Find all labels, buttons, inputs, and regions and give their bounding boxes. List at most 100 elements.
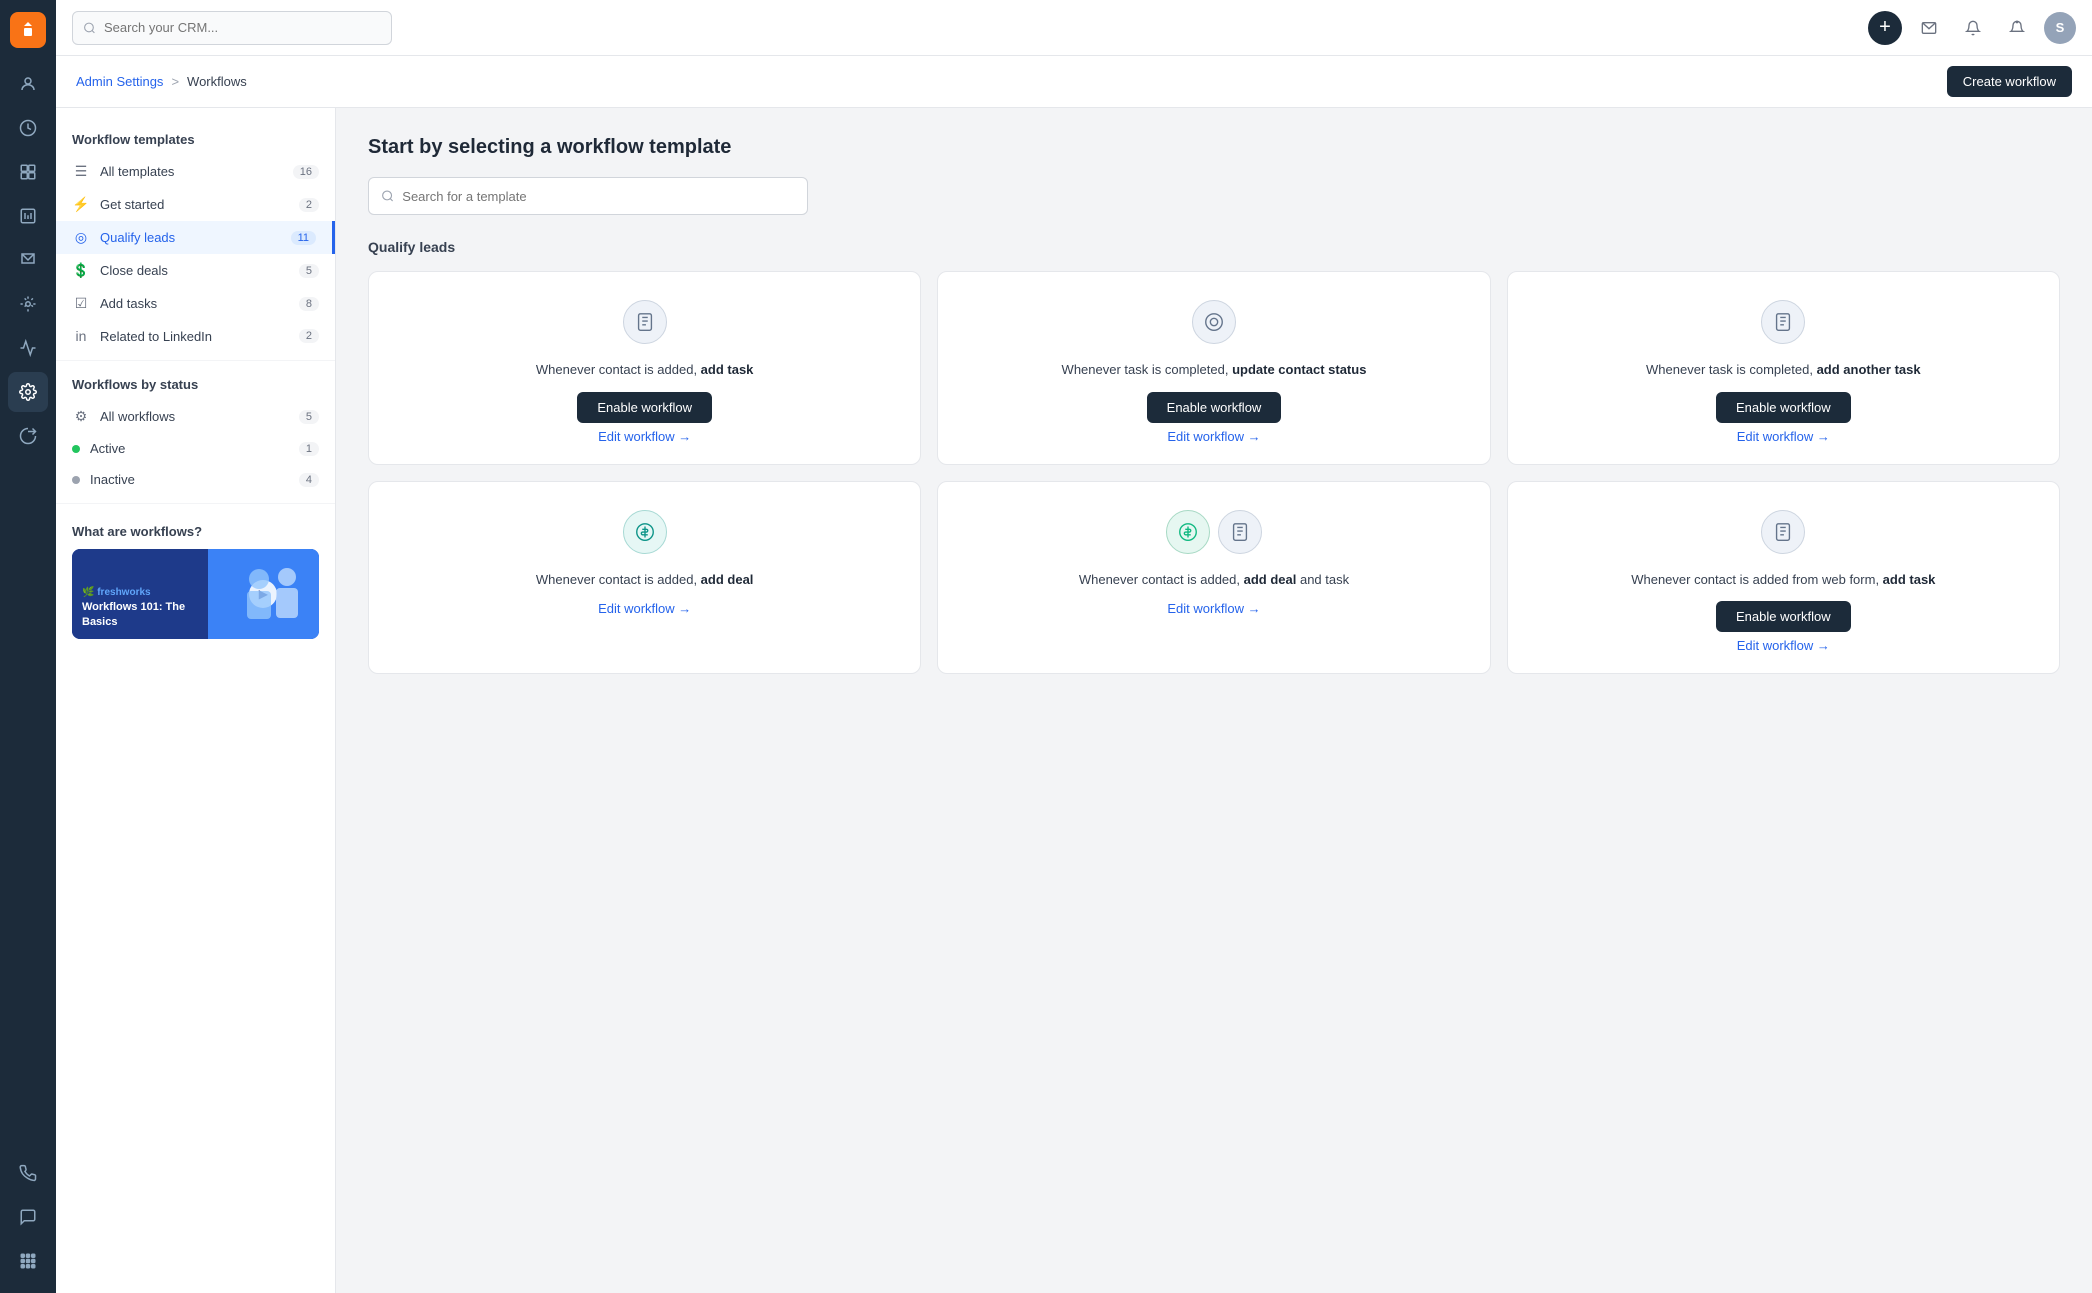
nav-chat-icon[interactable]: [8, 1197, 48, 1237]
card-icon1-card2: [1192, 300, 1236, 344]
card-icons-card4: [623, 510, 667, 554]
enable-workflow-button-card1[interactable]: Enable workflow: [577, 392, 712, 423]
add-button[interactable]: +: [1868, 11, 1902, 45]
template-icon-3: 💲: [72, 262, 90, 279]
main-panel: Start by selecting a workflow template Q…: [336, 108, 2092, 1293]
video-label: Workflows 101: The Basics: [82, 600, 198, 629]
sub-header: Admin Settings > Workflows Create workfl…: [56, 56, 2092, 108]
card-icon1-card4: [623, 510, 667, 554]
notification-icon-btn[interactable]: [2000, 11, 2034, 45]
card-text-card4: Whenever contact is added, add deal: [536, 570, 754, 590]
card-actions-card3: Enable workflow Edit workflow →: [1528, 392, 2039, 444]
edit-workflow-link-card2[interactable]: Edit workflow →: [1167, 429, 1260, 444]
video-preview: ▶: [208, 549, 319, 639]
video-thumbnail[interactable]: 🌿 freshworks Workflows 101: The Basics ▶: [72, 549, 319, 639]
create-workflow-button[interactable]: Create workflow: [1947, 66, 2072, 97]
template-icon-4: ☑: [72, 295, 90, 312]
status-label-0: All workflows: [100, 409, 289, 424]
user-avatar[interactable]: S: [2044, 12, 2076, 44]
sidebar-item-template-3[interactable]: 💲 Close deals 5: [56, 254, 335, 287]
sidebar-item-status-2[interactable]: Inactive 4: [56, 464, 335, 495]
sidebar-item-template-4[interactable]: ☑ Add tasks 8: [56, 287, 335, 320]
status-count-2: 4: [299, 473, 319, 487]
template-search-input[interactable]: [402, 189, 795, 204]
workflow-card-card2: Whenever task is completed, update conta…: [937, 271, 1490, 465]
card-icons-card6: [1761, 510, 1805, 554]
sidebar-item-template-5[interactable]: in Related to LinkedIn 2: [56, 320, 335, 352]
search-input[interactable]: [104, 20, 381, 35]
card-text-card2: Whenever task is completed, update conta…: [1062, 360, 1367, 380]
card-icons-card5: [1166, 510, 1262, 554]
nav-launch-icon[interactable]: [8, 416, 48, 456]
status-dot-1: [72, 445, 80, 453]
template-icon-2: ◎: [72, 229, 90, 246]
full-content: + S Admin Settings > Workflows Create wo…: [56, 0, 2092, 1293]
workflow-card-card5: Whenever contact is added, add deal and …: [937, 481, 1490, 675]
template-search-bar[interactable]: [368, 177, 808, 215]
what-section-title: What are workflows?: [72, 524, 319, 539]
nav-apps-icon[interactable]: [8, 1241, 48, 1281]
app-logo[interactable]: [10, 12, 46, 48]
global-search[interactable]: [72, 11, 392, 45]
enable-workflow-button-card2[interactable]: Enable workflow: [1147, 392, 1282, 423]
card-actions-card1: Enable workflow Edit workflow →: [389, 392, 900, 444]
what-are-workflows-section: What are workflows? 🌿 freshworks Workflo…: [56, 512, 335, 651]
sidebar-item-template-2[interactable]: ◎ Qualify leads 11: [56, 221, 335, 254]
card-actions-card6: Enable workflow Edit workflow →: [1528, 601, 2039, 653]
template-label-0: All templates: [100, 164, 283, 179]
sidebar-item-template-0[interactable]: ☰ All templates 16: [56, 155, 335, 188]
sidebar-item-status-1[interactable]: Active 1: [56, 433, 335, 464]
enable-workflow-button-card6[interactable]: Enable workflow: [1716, 601, 1851, 632]
template-label-5: Related to LinkedIn: [100, 329, 289, 344]
card-icon1-card5: [1166, 510, 1210, 554]
sidebar-item-status-0[interactable]: ⚙ All workflows 5: [56, 400, 335, 433]
header-right: + S: [1868, 11, 2076, 45]
nav-automation-icon[interactable]: [8, 284, 48, 324]
template-count-3: 5: [299, 264, 319, 278]
template-label-2: Qualify leads: [100, 230, 281, 245]
edit-workflow-link-card5[interactable]: Edit workflow →: [1167, 601, 1260, 616]
left-nav: [0, 0, 56, 1293]
nav-analytics-icon[interactable]: [8, 328, 48, 368]
sidebar-item-template-1[interactable]: ⚡ Get started 2: [56, 188, 335, 221]
card-text-card3: Whenever task is completed, add another …: [1646, 360, 1921, 380]
status-dot-2: [72, 476, 80, 484]
card-icon1-card3: [1761, 300, 1805, 344]
workflow-cards-grid: Whenever contact is added, add task Enab…: [368, 271, 2060, 674]
nav-settings-icon[interactable]: [8, 372, 48, 412]
template-count-2: 11: [291, 231, 316, 245]
card-actions-card4: Edit workflow →: [389, 601, 900, 616]
template-icon-0: ☰: [72, 163, 90, 180]
nav-deals-icon[interactable]: [8, 108, 48, 148]
card-icon1-card6: [1761, 510, 1805, 554]
template-label-4: Add tasks: [100, 296, 289, 311]
sidebar: Workflow templates ☰ All templates 16 ⚡ …: [56, 108, 336, 1293]
video-logo: 🌿 freshworks: [82, 587, 198, 598]
bell-icon-btn[interactable]: [1956, 11, 1990, 45]
card-text-card6: Whenever contact is added from web form,…: [1631, 570, 1935, 590]
workflow-card-card6: Whenever contact is added from web form,…: [1507, 481, 2060, 675]
card-icons-card2: [1192, 300, 1236, 344]
edit-workflow-link-card1[interactable]: Edit workflow →: [598, 429, 691, 444]
edit-workflow-link-card3[interactable]: Edit workflow →: [1737, 429, 1830, 444]
video-info: 🌿 freshworks Workflows 101: The Basics: [72, 549, 208, 639]
enable-workflow-button-card3[interactable]: Enable workflow: [1716, 392, 1851, 423]
edit-workflow-link-card6[interactable]: Edit workflow →: [1737, 638, 1830, 653]
status-label-1: Active: [90, 441, 289, 456]
nav-phone-icon[interactable]: [8, 1153, 48, 1193]
nav-accounts-icon[interactable]: [8, 152, 48, 192]
breadcrumb-parent[interactable]: Admin Settings: [76, 74, 163, 89]
breadcrumb-current: Workflows: [187, 74, 247, 89]
content-row: Workflow templates ☰ All templates 16 ⚡ …: [56, 108, 2092, 1293]
top-header: + S: [56, 0, 2092, 56]
nav-contacts-icon[interactable]: [8, 64, 48, 104]
edit-workflow-link-card4[interactable]: Edit workflow →: [598, 601, 691, 616]
nav-inbox-icon[interactable]: [8, 240, 48, 280]
status-section-title: Workflows by status: [56, 369, 335, 400]
nav-reports-icon[interactable]: [8, 196, 48, 236]
card-actions-card2: Enable workflow Edit workflow →: [958, 392, 1469, 444]
template-label-3: Close deals: [100, 263, 289, 278]
section-label: Qualify leads: [368, 239, 2060, 255]
email-icon-btn[interactable]: [1912, 11, 1946, 45]
panel-title: Start by selecting a workflow template: [368, 136, 2060, 159]
